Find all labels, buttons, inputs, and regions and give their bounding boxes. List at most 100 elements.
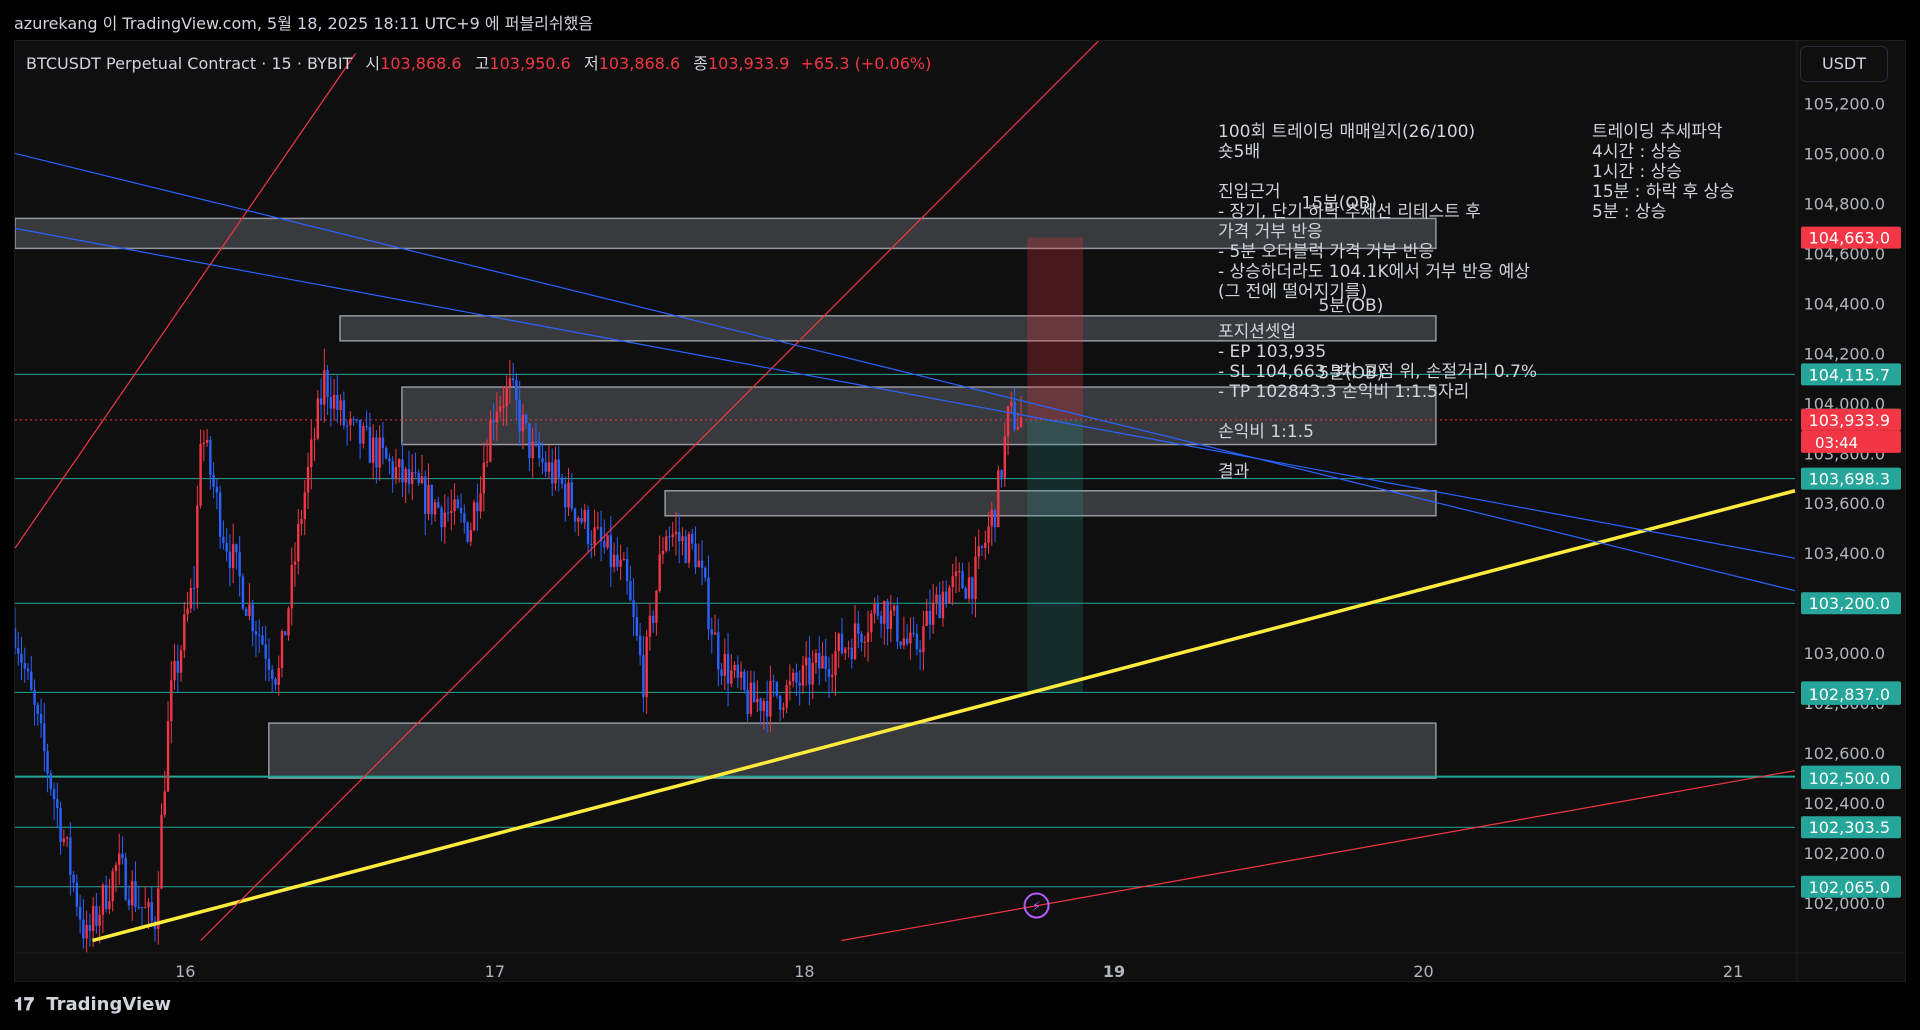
candle-body bbox=[95, 906, 98, 926]
candle-body bbox=[205, 439, 209, 443]
stop-loss-zone bbox=[1027, 237, 1083, 420]
note-left-line: (그 전에 떨어지기를) bbox=[1218, 282, 1367, 302]
candle-body bbox=[482, 462, 486, 494]
candle-body bbox=[463, 513, 466, 523]
candle-body bbox=[554, 459, 557, 484]
candle-body bbox=[453, 499, 456, 512]
candle-body bbox=[430, 484, 433, 515]
candle-body bbox=[925, 610, 928, 626]
candle-body bbox=[495, 411, 499, 423]
candle-body bbox=[375, 437, 378, 468]
trend-line-red bbox=[15, 53, 357, 549]
candle-body bbox=[808, 657, 811, 685]
candle-body bbox=[212, 474, 215, 487]
candle-body bbox=[993, 509, 997, 528]
candle-body bbox=[648, 615, 652, 637]
candle-body bbox=[147, 902, 150, 908]
candle-body bbox=[547, 462, 551, 472]
candle-body bbox=[625, 558, 629, 582]
candle-body bbox=[954, 571, 958, 577]
candle-body bbox=[518, 399, 521, 432]
candle-body bbox=[150, 902, 153, 922]
price-chart[interactable]: 15분(OB)5분(OB)5분(OB)100회 트레이딩 매매일지(26/100… bbox=[15, 41, 1905, 981]
candle-body bbox=[804, 657, 808, 666]
candle-body bbox=[785, 685, 788, 708]
note-left-line: - 장기, 단기 하락 추세선 리테스트 후 bbox=[1218, 202, 1481, 222]
candle-body bbox=[847, 647, 850, 649]
candle-body bbox=[691, 533, 694, 544]
candle-body bbox=[899, 641, 902, 646]
candle-body bbox=[466, 522, 469, 542]
candle-body bbox=[1016, 427, 1020, 430]
candle-body bbox=[124, 858, 127, 900]
candle-body bbox=[1000, 470, 1003, 478]
candle-body bbox=[730, 670, 733, 684]
symbol-name[interactable]: BTCUSDT Perpetual Contract · 15 · BYBIT bbox=[26, 54, 352, 73]
candle-body bbox=[293, 561, 297, 565]
note-left-line: 결과 bbox=[1218, 462, 1250, 482]
candle-body bbox=[840, 633, 844, 654]
candle-body bbox=[69, 837, 72, 875]
candle-body bbox=[140, 906, 144, 908]
price-label-text: 102,837.0 bbox=[1809, 685, 1890, 704]
candle-body bbox=[297, 523, 300, 562]
candle-body bbox=[769, 680, 772, 717]
candle-body bbox=[915, 633, 919, 650]
candle-body bbox=[638, 635, 642, 656]
candle-body bbox=[179, 650, 183, 673]
x-tick-label: 16 bbox=[175, 962, 195, 981]
candle-body bbox=[824, 655, 827, 670]
candle-body bbox=[49, 773, 53, 790]
tradingview-brand[interactable]: 𝟏𝟕 TradingView bbox=[14, 994, 171, 1015]
candle-body bbox=[85, 924, 88, 939]
candle-body bbox=[697, 560, 700, 568]
candle-body bbox=[710, 629, 713, 635]
candle-body bbox=[323, 370, 326, 405]
candle-body bbox=[586, 509, 590, 544]
countdown-text: 03:44 bbox=[1815, 434, 1858, 452]
candle-body bbox=[736, 664, 740, 678]
x-tick-label: 21 bbox=[1723, 962, 1743, 981]
candle-body bbox=[720, 669, 723, 676]
candle-body bbox=[909, 632, 912, 644]
candle-body bbox=[687, 533, 691, 563]
candle-body bbox=[658, 554, 661, 591]
candle-body bbox=[577, 517, 580, 522]
candle-body bbox=[580, 517, 583, 523]
candle-body bbox=[1006, 406, 1010, 437]
currency-button[interactable]: USDT bbox=[1800, 46, 1888, 82]
candle-body bbox=[590, 543, 593, 546]
candle-body bbox=[671, 534, 674, 537]
candle-body bbox=[606, 535, 609, 548]
candle-body bbox=[541, 458, 544, 463]
candle-body bbox=[166, 721, 170, 792]
candle-body bbox=[896, 605, 899, 642]
candle-body bbox=[661, 550, 665, 555]
candle-body bbox=[264, 644, 267, 659]
candle-body bbox=[544, 462, 547, 472]
candle-body bbox=[707, 577, 710, 630]
note-right-line: 5분 : 상승 bbox=[1592, 202, 1666, 222]
candle-body bbox=[414, 471, 417, 473]
candle-body bbox=[196, 505, 199, 589]
candle-body bbox=[62, 838, 66, 843]
candle-body bbox=[407, 469, 411, 484]
candle-body bbox=[892, 605, 896, 611]
candle-body bbox=[241, 576, 245, 609]
tradingview-logo-icon: 𝟏𝟕 bbox=[14, 994, 35, 1015]
candle-body bbox=[352, 418, 355, 420]
symbol-legend: BTCUSDT Perpetual Contract · 15 · BYBIT … bbox=[26, 50, 931, 74]
candle-body bbox=[248, 604, 251, 616]
candle-body bbox=[277, 668, 280, 685]
candle-body bbox=[280, 631, 284, 669]
candle-body bbox=[290, 564, 293, 609]
candle-body bbox=[918, 649, 922, 653]
candle-body bbox=[267, 658, 271, 670]
candle-body bbox=[316, 398, 320, 439]
candle-body bbox=[440, 507, 443, 528]
chart-panel[interactable]: 15분(OB) 5분(OB) 5분(OB) 100회 트레이딩 매매일지(26/100… bbox=[14, 40, 1906, 982]
candle-body bbox=[52, 789, 56, 800]
candle-body bbox=[202, 442, 206, 444]
x-tick-label: 17 bbox=[485, 962, 505, 981]
candle-body bbox=[564, 483, 567, 508]
